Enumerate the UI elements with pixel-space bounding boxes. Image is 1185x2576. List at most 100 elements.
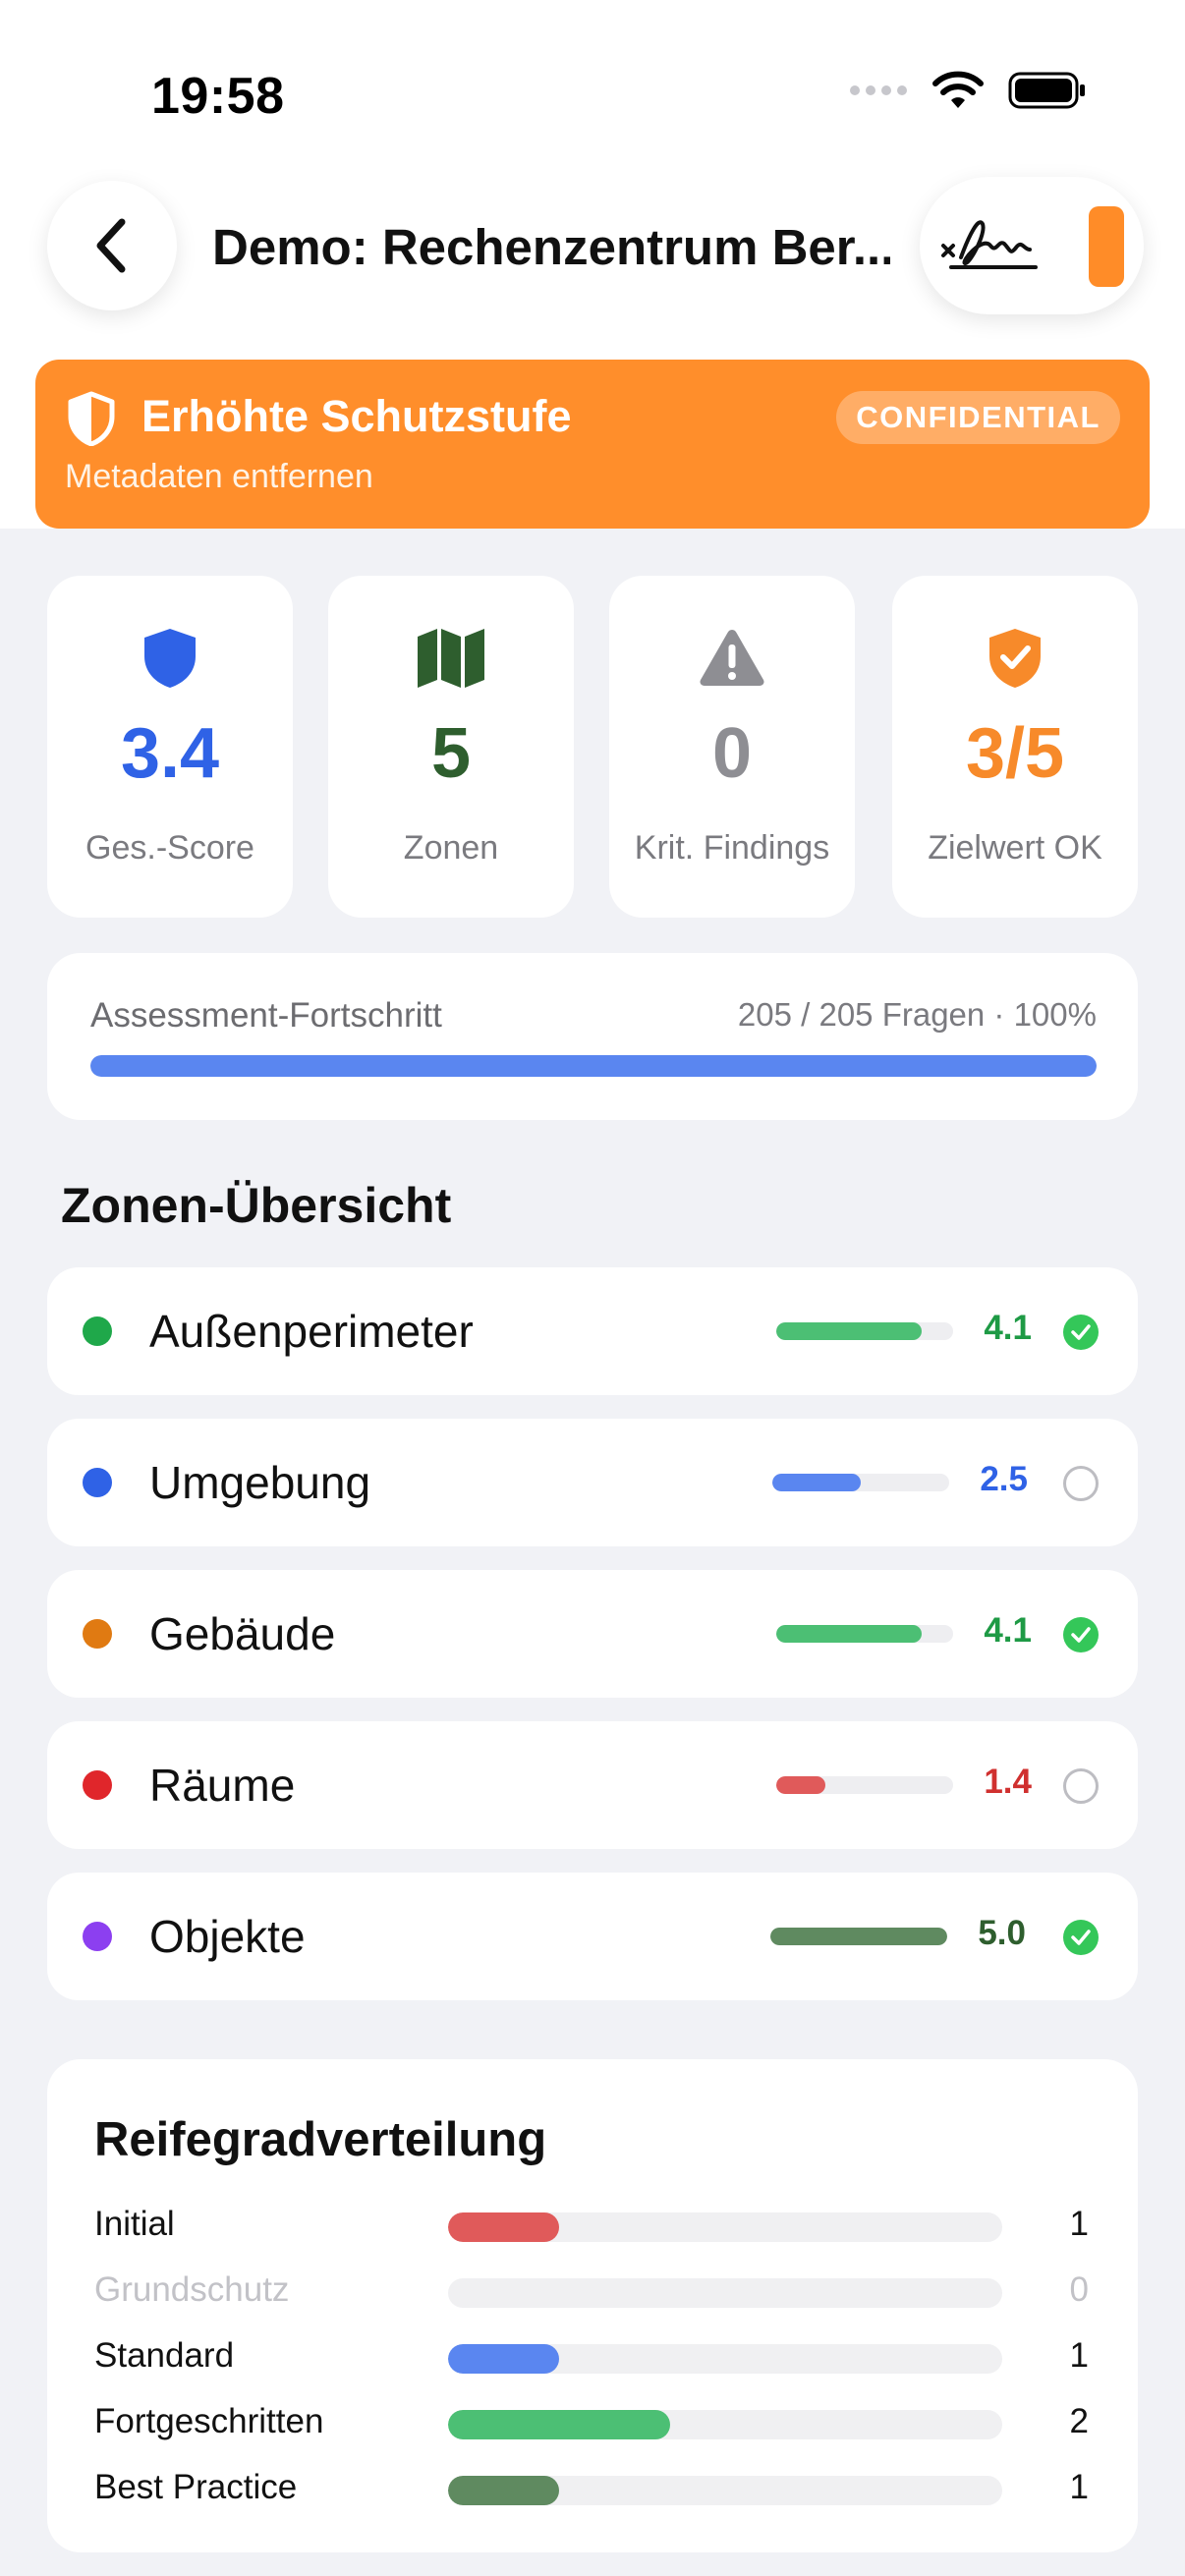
zone-name: Gebäude xyxy=(149,1608,336,1659)
progress-fill xyxy=(90,1055,1097,1077)
stat-value: 3/5 xyxy=(965,714,1065,793)
wifi-icon xyxy=(932,71,984,108)
zone-color-dot xyxy=(83,1619,112,1649)
maturity-distribution-card: Reifegradverteilung Initial 1 Grundschutz 0… xyxy=(47,2059,1138,2552)
stat-label: Ges.-Score xyxy=(85,829,254,867)
maturity-count: 0 xyxy=(1069,2270,1089,2309)
zone-score-bar xyxy=(776,1776,953,1794)
zone-score-fill xyxy=(776,1776,826,1794)
zone-score: 1.4 xyxy=(984,1763,1032,1801)
zone-name: Außenperimeter xyxy=(149,1306,474,1357)
stat-value: 5 xyxy=(430,714,472,793)
zone-score-bar xyxy=(772,1474,949,1491)
zones-section-title: Zonen-Übersicht xyxy=(61,1178,452,1233)
cellular-signal-icon xyxy=(850,85,907,95)
maturity-bar-fill xyxy=(448,2410,670,2439)
zone-score-fill xyxy=(776,1322,922,1340)
zone-score-fill xyxy=(772,1474,861,1491)
maturity-bar xyxy=(448,2344,1002,2374)
stat-card-score[interactable]: 3.4 Ges.-Score xyxy=(47,576,293,918)
banner-title: Erhöhte Schutzstufe xyxy=(141,391,572,441)
zone-color-dot xyxy=(83,1770,112,1800)
maturity-bar xyxy=(448,2212,1002,2242)
stat-label: Zonen xyxy=(403,829,499,867)
maturity-bar xyxy=(448,2476,1002,2505)
zone-color-dot xyxy=(83,1922,112,1951)
maturity-row: Fortgeschritten 2 xyxy=(47,2402,1138,2441)
banner-subtitle: Metadaten entfernen xyxy=(65,458,373,495)
maturity-bar-fill xyxy=(448,2344,559,2374)
zone-complete-icon xyxy=(1063,1920,1099,1955)
zone-name: Räume xyxy=(149,1760,296,1811)
maturity-label: Initial xyxy=(94,2205,175,2243)
maturity-bar-fill xyxy=(448,2476,559,2505)
maturity-count: 1 xyxy=(1069,2336,1089,2375)
stat-card-target[interactable]: 3/5 Zielwert OK xyxy=(892,576,1138,918)
maturity-row: Standard 1 xyxy=(47,2336,1138,2376)
zone-row[interactable]: Objekte 5.0 xyxy=(47,1873,1138,2000)
zone-color-dot xyxy=(83,1316,112,1346)
maturity-bar-fill xyxy=(448,2212,559,2242)
zone-score-fill xyxy=(776,1625,922,1643)
stat-value: 3.4 xyxy=(120,714,220,793)
maturity-bar xyxy=(448,2410,1002,2439)
more-action-button[interactable] xyxy=(1089,206,1124,287)
zone-row[interactable]: Räume 1.4 xyxy=(47,1721,1138,1849)
sign-button[interactable] xyxy=(939,206,1047,290)
shield-icon xyxy=(144,629,196,688)
zone-row[interactable]: Gebäude 4.1 xyxy=(47,1570,1138,1698)
nav-actions xyxy=(920,177,1144,314)
zone-row[interactable]: Umgebung 2.5 xyxy=(47,1419,1138,1546)
stat-card-findings[interactable]: 0 Krit. Findings xyxy=(609,576,855,918)
zone-row[interactable]: Außenperimeter 4.1 xyxy=(47,1267,1138,1395)
zone-complete-icon xyxy=(1063,1617,1099,1652)
chevron-left-icon xyxy=(96,218,126,273)
maturity-label: Best Practice xyxy=(94,2468,298,2506)
maturity-label: Grundschutz xyxy=(94,2270,290,2309)
shield-half-icon xyxy=(68,391,115,446)
page-title: Demo: Rechenzentrum Ber... xyxy=(212,219,890,275)
maturity-bar xyxy=(448,2278,1002,2308)
maturity-label: Fortgeschritten xyxy=(94,2402,324,2440)
progress-label: Assessment-Fortschritt xyxy=(90,996,442,1035)
zone-open-circle-icon xyxy=(1063,1466,1099,1501)
zone-score: 2.5 xyxy=(980,1460,1028,1498)
confidential-badge: CONFIDENTIAL xyxy=(836,391,1120,444)
maturity-count: 1 xyxy=(1069,2205,1089,2243)
zone-score: 4.1 xyxy=(984,1611,1032,1650)
status-time: 19:58 xyxy=(151,68,285,125)
zone-score-bar xyxy=(776,1625,953,1643)
maturity-row: Best Practice 1 xyxy=(47,2468,1138,2507)
status-icons xyxy=(849,71,1087,110)
stat-card-zones[interactable]: 5 Zonen xyxy=(328,576,574,918)
back-button[interactable] xyxy=(47,181,177,310)
maturity-title: Reifegradverteilung xyxy=(94,2113,547,2166)
maturity-count: 1 xyxy=(1069,2468,1089,2506)
zone-score-bar xyxy=(776,1322,953,1340)
zone-color-dot xyxy=(83,1468,112,1497)
maturity-row: Initial 1 xyxy=(47,2205,1138,2244)
zone-name: Objekte xyxy=(149,1911,306,1962)
nav-bar: Demo: Rechenzentrum Ber... xyxy=(0,177,1185,314)
zone-name: Umgebung xyxy=(149,1457,371,1508)
zone-score-fill xyxy=(770,1928,947,1945)
maturity-row: Grundschutz 0 xyxy=(47,2270,1138,2310)
status-bar: 19:58 xyxy=(0,0,1185,177)
progress-bar xyxy=(90,1055,1097,1077)
stat-label: Zielwert OK xyxy=(928,829,1102,867)
shield-check-icon xyxy=(989,629,1041,688)
zone-score: 4.1 xyxy=(984,1309,1032,1347)
stat-value: 0 xyxy=(711,714,753,793)
protection-banner: Erhöhte Schutzstufe Metadaten entfernen … xyxy=(35,360,1150,529)
zone-score: 5.0 xyxy=(978,1914,1026,1952)
stat-label: Krit. Findings xyxy=(634,829,830,867)
zone-score-bar xyxy=(770,1928,947,1945)
battery-icon xyxy=(1008,72,1085,109)
assessment-progress-card: Assessment-Fortschritt 205 / 205 Fragen … xyxy=(47,953,1138,1120)
zone-open-circle-icon xyxy=(1063,1768,1099,1804)
progress-meta: 205 / 205 Fragen · 100% xyxy=(737,996,1097,1033)
signature-icon xyxy=(941,220,1038,269)
zone-complete-icon xyxy=(1063,1315,1099,1350)
maturity-label: Standard xyxy=(94,2336,235,2375)
warning-icon xyxy=(700,630,764,686)
